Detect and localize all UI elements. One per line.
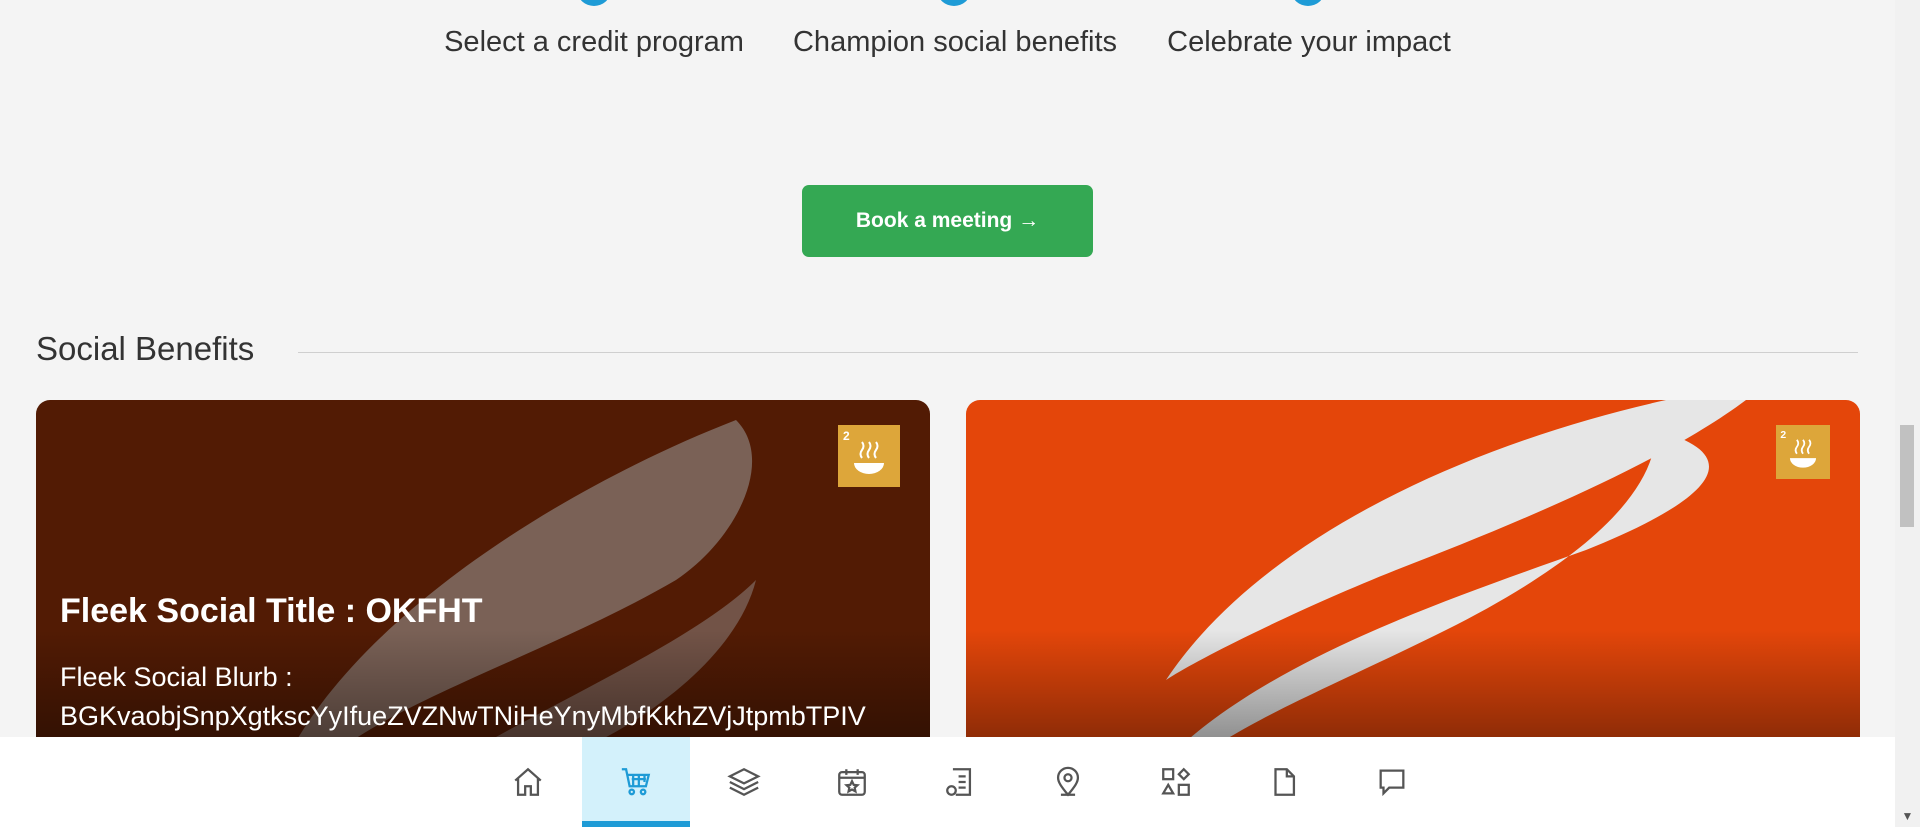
- section-title: Social Benefits: [36, 330, 255, 367]
- step-1-circle: [578, 0, 610, 6]
- home-icon: [514, 767, 542, 796]
- social-benefit-card[interactable]: 2: [966, 400, 1860, 760]
- vertical-scrollbar[interactable]: ▼: [1895, 0, 1920, 827]
- svg-text:2: 2: [1780, 430, 1786, 441]
- nav-cart[interactable]: [582, 737, 690, 827]
- svg-text:2: 2: [843, 429, 850, 443]
- nav-apps[interactable]: [1122, 737, 1230, 827]
- nav-documents[interactable]: [1230, 737, 1338, 827]
- scroll-down-arrow-icon[interactable]: ▼: [1895, 807, 1920, 825]
- nav-reports[interactable]: [906, 737, 1014, 827]
- sdg-2-zero-hunger-icon: 2: [838, 425, 900, 487]
- step-2-circle: [938, 0, 970, 6]
- nav-home[interactable]: [474, 737, 582, 827]
- shapes-icon: [1161, 767, 1191, 796]
- bottom-navigation: [0, 737, 1895, 827]
- nav-layers[interactable]: [690, 737, 798, 827]
- card-blurb-label: Fleek Social Blurb :: [60, 662, 293, 692]
- scrollbar-thumb[interactable]: [1900, 425, 1914, 527]
- step-3-label: Celebrate your impact: [1167, 26, 1451, 58]
- document-list-icon: [946, 768, 972, 796]
- step-2-label: Champion social benefits: [792, 26, 1118, 58]
- card-blurb: Fleek Social Blurb : BGKvaobjSnpXgtkscYy…: [60, 658, 920, 736]
- nav-messages[interactable]: [1338, 737, 1446, 827]
- nav-locations[interactable]: [1014, 737, 1122, 827]
- layers-icon: [727, 767, 761, 797]
- nav-events[interactable]: [798, 737, 906, 827]
- card-blurb-text: BGKvaobjSnpXgtkscYyIfueZVZNwTNiHeYnyMbfK…: [60, 701, 866, 731]
- step-3-circle: [1292, 0, 1324, 6]
- steps-row: Select a credit program Champion social …: [0, 0, 1895, 70]
- step-1-label: Select a credit program: [444, 26, 744, 58]
- book-meeting-button[interactable]: Book a meeting →: [802, 185, 1093, 257]
- chat-icon: [1379, 769, 1405, 797]
- calendar-star-icon: [838, 769, 866, 796]
- file-icon: [1274, 768, 1296, 796]
- cart-icon: [621, 768, 651, 796]
- section-divider: [298, 352, 1858, 353]
- sdg-2-zero-hunger-icon: 2: [1776, 425, 1830, 479]
- map-pin-icon: [1056, 766, 1080, 797]
- card-title: Fleek Social Title : OKFHT: [60, 592, 483, 630]
- social-benefit-card[interactable]: 2 Fleek Social Title : OKFHT Fleek Socia…: [36, 400, 930, 760]
